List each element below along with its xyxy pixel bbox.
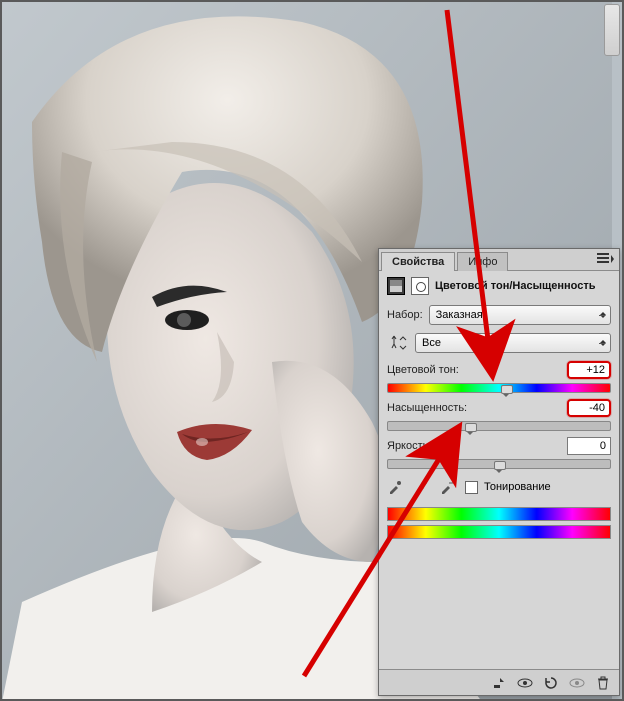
adjustment-title: Цветовой тон/Насыщенность	[435, 280, 596, 292]
channel-value: Все	[422, 337, 441, 349]
targeted-adjust-icon[interactable]	[387, 333, 409, 353]
saturation-slider-thumb[interactable]	[465, 430, 475, 440]
hue-slider-block: Цветовой тон:	[379, 357, 619, 395]
preset-label: Набор:	[387, 309, 423, 321]
panel-footer	[379, 669, 619, 695]
chevron-updown-icon	[599, 336, 607, 350]
input-spectrum	[387, 507, 611, 521]
toggle-visibility-icon[interactable]	[517, 675, 533, 691]
saturation-slider-track[interactable]	[387, 421, 611, 431]
delete-icon[interactable]	[595, 675, 611, 691]
eyedropper-subtract-icon[interactable]	[439, 479, 455, 495]
tab-properties[interactable]: Свойства	[381, 252, 455, 271]
hue-value-input[interactable]	[567, 361, 611, 379]
reset-icon[interactable]	[543, 675, 559, 691]
panel-tabs: Свойства Инфо	[379, 249, 619, 271]
channel-row: Все	[379, 329, 619, 357]
hue-slider-thumb[interactable]	[501, 392, 511, 402]
output-spectrum	[387, 525, 611, 539]
panel-menu-icon[interactable]	[597, 253, 615, 265]
colorize-checkbox[interactable]: Тонирование	[465, 481, 551, 494]
hue-slider-track[interactable]	[387, 383, 611, 393]
app-stage: Свойства Инфо Цветовой тон/Насыщенность …	[0, 0, 624, 701]
preset-row: Набор: Заказная	[379, 301, 619, 329]
lightness-value-input[interactable]	[567, 437, 611, 455]
checkbox-icon	[465, 481, 478, 494]
saturation-value-input[interactable]	[567, 399, 611, 417]
tab-info[interactable]: Инфо	[457, 252, 508, 271]
colorize-label: Тонирование	[484, 481, 551, 493]
lightness-slider-thumb[interactable]	[494, 468, 504, 478]
saturation-slider-block: Насыщенность:	[379, 395, 619, 433]
chevron-updown-icon	[599, 308, 607, 322]
channel-select[interactable]: Все	[415, 333, 611, 353]
layer-mask-icon[interactable]	[411, 277, 429, 295]
preset-select[interactable]: Заказная	[429, 305, 611, 325]
adjustment-header: Цветовой тон/Насыщенность	[379, 271, 619, 301]
eyedropper-add-icon[interactable]	[413, 479, 429, 495]
lightness-label: Яркость:	[387, 440, 431, 452]
saturation-label: Насыщенность:	[387, 402, 467, 414]
hue-label: Цветовой тон:	[387, 364, 459, 376]
lightness-slider-block: Яркость:	[379, 433, 619, 471]
preset-value: Заказная	[436, 309, 483, 321]
eyedropper-icon[interactable]	[387, 479, 403, 495]
clip-to-layer-icon[interactable]	[491, 675, 507, 691]
lightness-slider-track[interactable]	[387, 459, 611, 469]
properties-panel: Свойства Инфо Цветовой тон/Насыщенность …	[378, 248, 620, 696]
hue-sat-icon	[387, 277, 405, 295]
vertical-scrollbar[interactable]	[604, 4, 620, 56]
toggle-previous-icon[interactable]	[569, 675, 585, 691]
